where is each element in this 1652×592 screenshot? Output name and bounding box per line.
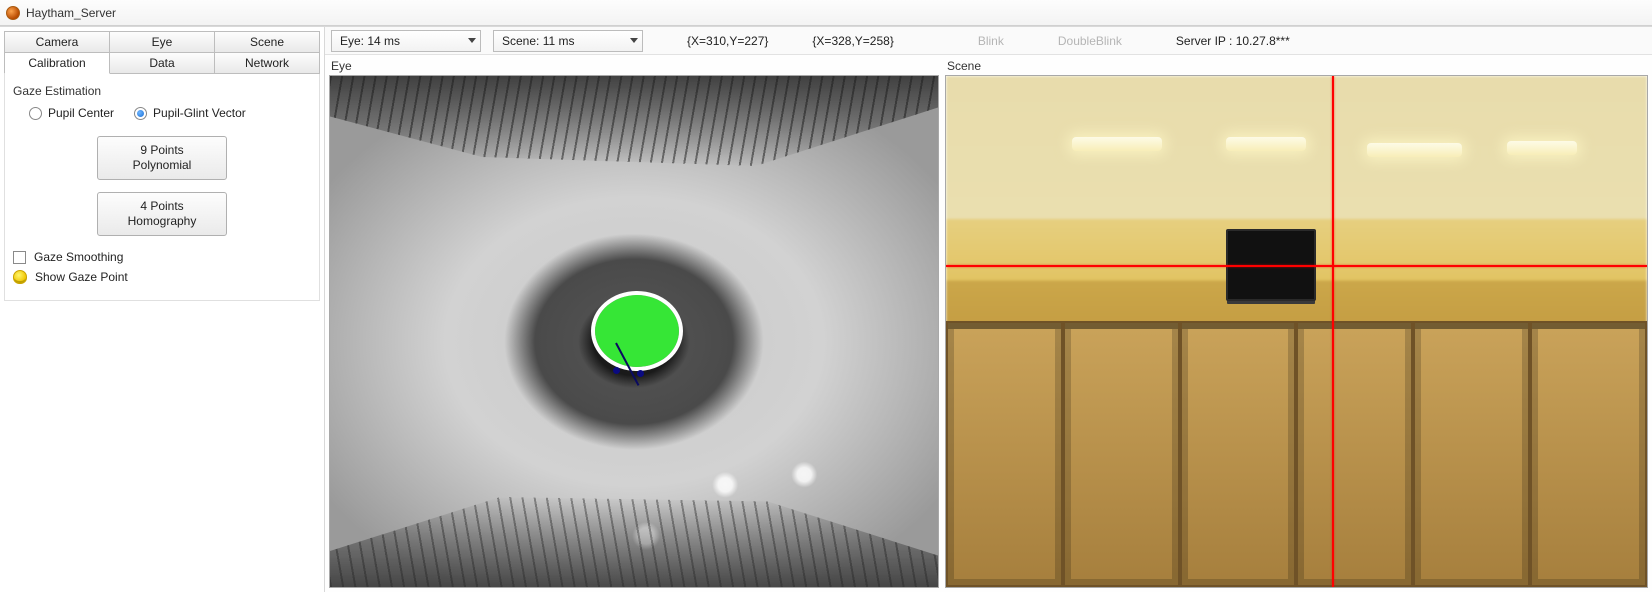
btn-9points-label: 9 Points Polynomial	[133, 143, 192, 173]
glint-dot-1	[613, 367, 620, 374]
calibration-buttons: 9 Points Polynomial 4 Points Homography	[13, 136, 311, 236]
glint-dot-2	[637, 370, 644, 377]
gaze-cross-horizontal	[946, 265, 1647, 267]
tab-calibration-label: Calibration	[28, 56, 85, 70]
tab-network[interactable]: Network	[215, 52, 320, 74]
eye-view-label: Eye	[331, 59, 939, 73]
gaze-estimation-label: Gaze Estimation	[13, 84, 311, 98]
scene-shelves	[946, 321, 1647, 587]
scene-ceiling-lights	[946, 137, 1647, 177]
chevron-down-icon	[630, 38, 638, 43]
scene-fps-value: Scene: 11 ms	[502, 34, 574, 48]
btn-4points-label: 4 Points Homography	[128, 199, 197, 229]
tab-camera[interactable]: Camera	[4, 31, 110, 53]
scene-canvas[interactable]	[945, 75, 1648, 588]
pupil-ring-overlay	[591, 291, 683, 371]
right-area: Eye: 14 ms Scene: 11 ms {X=310,Y=227} {X…	[325, 27, 1652, 592]
eye-view: Eye	[329, 57, 939, 588]
gaze-method-radios: Pupil Center Pupil-Glint Vector	[29, 106, 311, 120]
left-panel: Camera Eye Scene Calibration Data Networ…	[0, 27, 325, 592]
tab-network-label: Network	[245, 56, 289, 70]
gaze-smoothing-row[interactable]: Gaze Smoothing	[13, 250, 311, 264]
tabs-row-1: Camera Eye Scene	[4, 31, 320, 53]
lightbulb-icon	[13, 270, 27, 284]
tab-eye-label: Eye	[152, 35, 173, 49]
calibration-panel: Gaze Estimation Pupil Center Pupil-Glint…	[4, 74, 320, 301]
show-gaze-point-row[interactable]: Show Gaze Point	[13, 270, 311, 284]
eye-fps-value: Eye: 14 ms	[340, 34, 400, 48]
tab-scene-label: Scene	[250, 35, 284, 49]
window-body: Camera Eye Scene Calibration Data Networ…	[0, 26, 1652, 592]
radio-pupil-center[interactable]: Pupil Center	[29, 106, 114, 120]
eye-canvas[interactable]	[329, 75, 939, 588]
btn-4points-homography[interactable]: 4 Points Homography	[97, 192, 227, 236]
window-title: Haytham_Server	[26, 6, 116, 20]
show-gaze-point-label: Show Gaze Point	[35, 270, 128, 284]
gaze-smoothing-checkbox[interactable]	[13, 251, 26, 264]
tab-data[interactable]: Data	[110, 52, 215, 74]
tab-calibration[interactable]: Calibration	[4, 52, 110, 74]
radio-pupil-center-circle	[29, 107, 42, 120]
radio-pupil-glint[interactable]: Pupil-Glint Vector	[134, 106, 246, 120]
double-blink-indicator: DoubleBlink	[1058, 34, 1122, 48]
tab-data-label: Data	[149, 56, 174, 70]
coord-2: {X=328,Y=258}	[812, 34, 893, 48]
scene-fps-combo[interactable]: Scene: 11 ms	[493, 30, 643, 52]
tab-scene[interactable]: Scene	[215, 31, 320, 53]
radio-pupil-glint-label: Pupil-Glint Vector	[153, 106, 246, 120]
gaze-smoothing-label: Gaze Smoothing	[34, 250, 123, 264]
server-ip: Server IP : 10.27.8***	[1176, 34, 1290, 48]
btn-9points-polynomial[interactable]: 9 Points Polynomial	[97, 136, 227, 180]
radio-pupil-center-label: Pupil Center	[48, 106, 114, 120]
blink-indicator: Blink	[978, 34, 1004, 48]
eye-fps-combo[interactable]: Eye: 14 ms	[331, 30, 481, 52]
status-toolbar: Eye: 14 ms Scene: 11 ms {X=310,Y=227} {X…	[325, 27, 1652, 55]
tab-camera-label: Camera	[36, 35, 79, 49]
views-container: Eye Scene	[325, 55, 1652, 592]
titlebar: Haytham_Server	[0, 0, 1652, 26]
tab-eye[interactable]: Eye	[110, 31, 215, 53]
coord-1: {X=310,Y=227}	[687, 34, 768, 48]
radio-pupil-glint-circle	[134, 107, 147, 120]
scene-view: Scene	[945, 57, 1648, 588]
chevron-down-icon	[468, 38, 476, 43]
scene-view-label: Scene	[947, 59, 1648, 73]
app-icon	[6, 6, 20, 20]
gaze-cross-vertical	[1332, 76, 1334, 587]
tabs-row-2: Calibration Data Network	[4, 52, 320, 74]
